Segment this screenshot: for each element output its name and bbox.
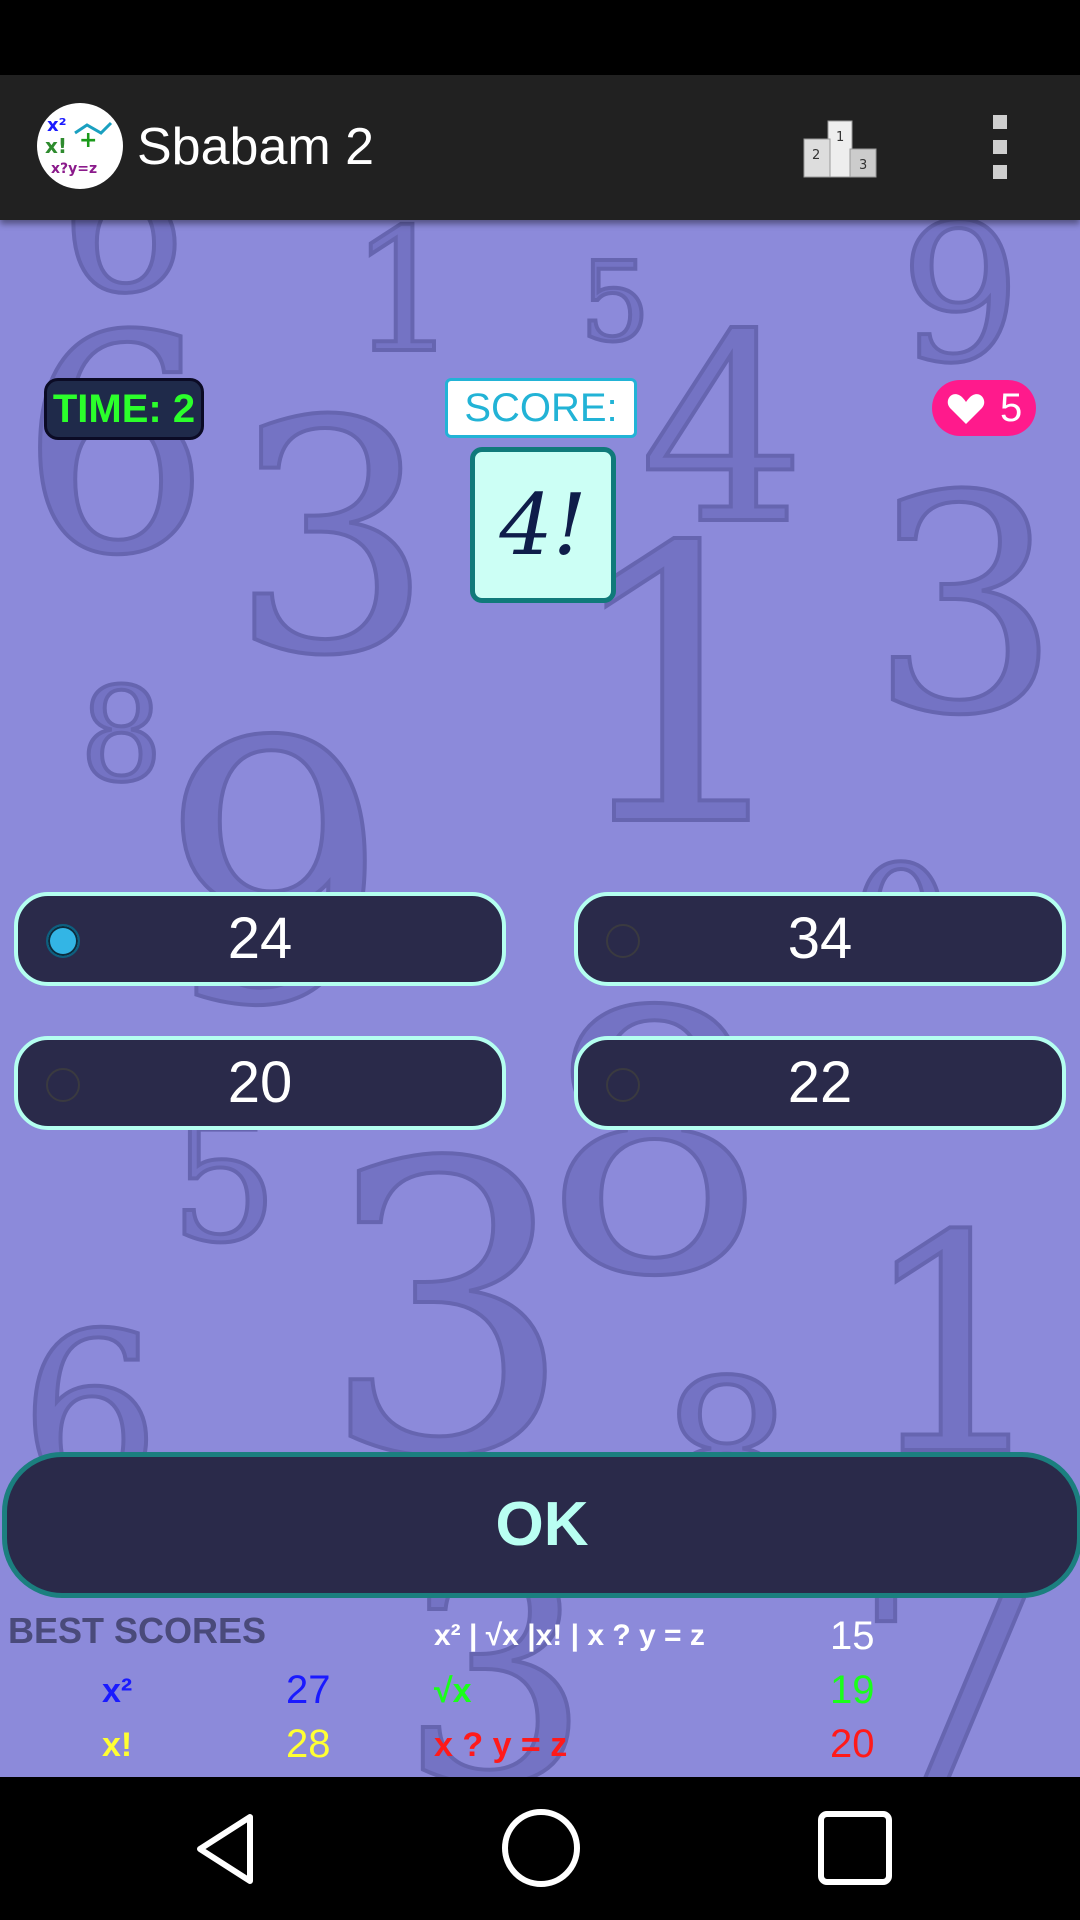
square-value: 27	[286, 1668, 331, 1712]
game-area: 6 1 5 4 9 6 3 3 1 8 9 0 8 3 5 8 6 1 3 7 …	[0, 220, 1080, 1777]
recents-square-icon[interactable]	[816, 1809, 894, 1887]
navigation-bar	[0, 1777, 1080, 1920]
operation-label: x ? y = z	[434, 1726, 568, 1764]
square-label: x²	[102, 1672, 133, 1710]
svg-text:9: 9	[160, 666, 389, 1085]
back-triangle-icon[interactable]	[190, 1809, 260, 1889]
svg-text:6: 6	[20, 272, 211, 621]
factorial-label: x!	[102, 1726, 133, 1764]
score-badge: SCORE: 1	[445, 378, 637, 484]
operation-value: 20	[830, 1722, 875, 1766]
radio-icon[interactable]	[46, 1068, 80, 1102]
answer-option-4[interactable]: 22	[574, 1036, 1066, 1130]
answer-label: 34	[787, 906, 853, 971]
podium-icon[interactable]: 1 2 3	[800, 109, 880, 189]
heart-icon	[947, 394, 985, 424]
best-scores-all-label: x² | √x |x! | x ? y = z	[434, 1619, 705, 1652]
lives-count: 5	[1000, 386, 1023, 430]
best-scores-all-value: 15	[830, 1614, 875, 1658]
sqrt-value: 19	[830, 1668, 875, 1712]
answer-label: 24	[227, 906, 293, 971]
svg-text:8: 8	[80, 659, 163, 811]
radio-icon[interactable]	[606, 1068, 640, 1102]
svg-text:3: 3	[870, 432, 1061, 781]
timer-badge: TIME: 2	[44, 378, 204, 440]
svg-text:x?y=z: x?y=z	[51, 161, 97, 177]
app-title: Sbabam 2	[137, 118, 375, 176]
answer-option-2[interactable]: 34	[574, 892, 1066, 986]
svg-text:x²: x²	[47, 115, 67, 136]
svg-text:2: 2	[812, 148, 820, 163]
question-card: 4!	[470, 447, 616, 603]
radio-selected-icon[interactable]	[46, 924, 80, 958]
app-logo-icon[interactable]: x² x! + x?y=z	[37, 103, 123, 189]
ok-button[interactable]: OK	[2, 1452, 1080, 1598]
best-scores-title: BEST SCORES	[8, 1610, 267, 1651]
svg-text:+: +	[79, 128, 97, 153]
home-circle-icon[interactable]	[500, 1807, 582, 1889]
svg-text:3: 3	[859, 158, 867, 173]
status-bar	[0, 0, 1080, 75]
factorial-value: 28	[286, 1722, 331, 1766]
svg-text:1: 1	[836, 130, 844, 145]
answer-label: 22	[787, 1050, 853, 1115]
sqrt-label: √x	[434, 1672, 472, 1710]
lives-badge: 5	[932, 380, 1036, 436]
overflow-menu-icon[interactable]	[990, 115, 1010, 179]
answer-option-3[interactable]: 20	[14, 1036, 506, 1130]
svg-text:9: 9	[900, 220, 1021, 405]
answer-option-1[interactable]: 24	[14, 892, 506, 986]
svg-text:x!: x!	[45, 134, 67, 158]
action-bar: x² x! + x?y=z Sbabam 2 1 2 3	[0, 75, 1080, 220]
answer-label: 20	[227, 1050, 293, 1115]
radio-icon[interactable]	[606, 924, 640, 958]
